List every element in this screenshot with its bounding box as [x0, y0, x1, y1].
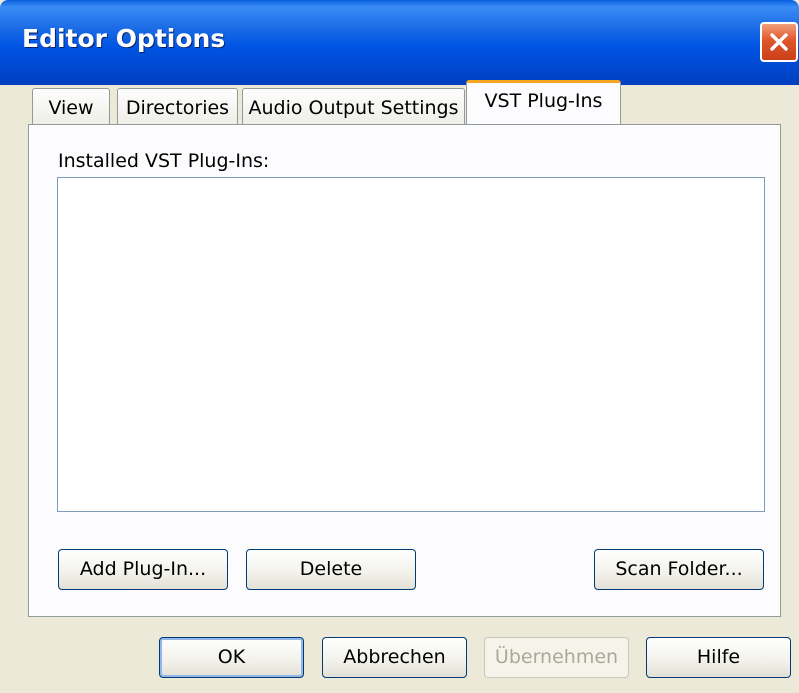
tab-directories-label: Directories	[125, 97, 230, 119]
editor-options-dialog: Editor Options View Directories Audio Ou…	[0, 0, 799, 693]
installed-plugins-list[interactable]	[57, 177, 765, 512]
apply-button-label: Übernehmen	[494, 646, 619, 668]
help-button-label: Hilfe	[696, 646, 741, 668]
close-icon	[770, 33, 788, 51]
add-plugin-button-label: Add Plug-In...	[79, 558, 207, 580]
add-plugin-button[interactable]: Add Plug-In...	[58, 549, 228, 590]
close-button[interactable]	[760, 22, 798, 62]
delete-button[interactable]: Delete	[246, 549, 416, 590]
delete-button-label: Delete	[299, 558, 363, 580]
installed-plugins-label: Installed VST Plug-Ins:	[58, 150, 270, 172]
tab-audio-output-settings[interactable]: Audio Output Settings	[242, 88, 465, 125]
title-bar[interactable]: Editor Options	[0, 0, 799, 85]
cancel-button-label: Abbrechen	[343, 646, 446, 668]
tab-view-label: View	[48, 97, 94, 119]
ok-button-label: OK	[217, 646, 246, 668]
ok-button[interactable]: OK	[159, 637, 304, 678]
tab-vst-plug-ins-label: VST Plug-Ins	[484, 90, 603, 112]
tab-audio-output-settings-label: Audio Output Settings	[248, 97, 459, 119]
window-title: Editor Options	[22, 24, 226, 53]
scan-folder-button-label: Scan Folder...	[615, 558, 743, 580]
apply-button: Übernehmen	[484, 637, 629, 678]
tab-directories[interactable]: Directories	[117, 88, 238, 125]
tab-vst-plug-ins[interactable]: VST Plug-Ins	[466, 80, 621, 124]
cancel-button[interactable]: Abbrechen	[322, 637, 467, 678]
scan-folder-button[interactable]: Scan Folder...	[594, 549, 764, 590]
tab-view[interactable]: View	[32, 88, 110, 125]
help-button[interactable]: Hilfe	[646, 637, 791, 678]
